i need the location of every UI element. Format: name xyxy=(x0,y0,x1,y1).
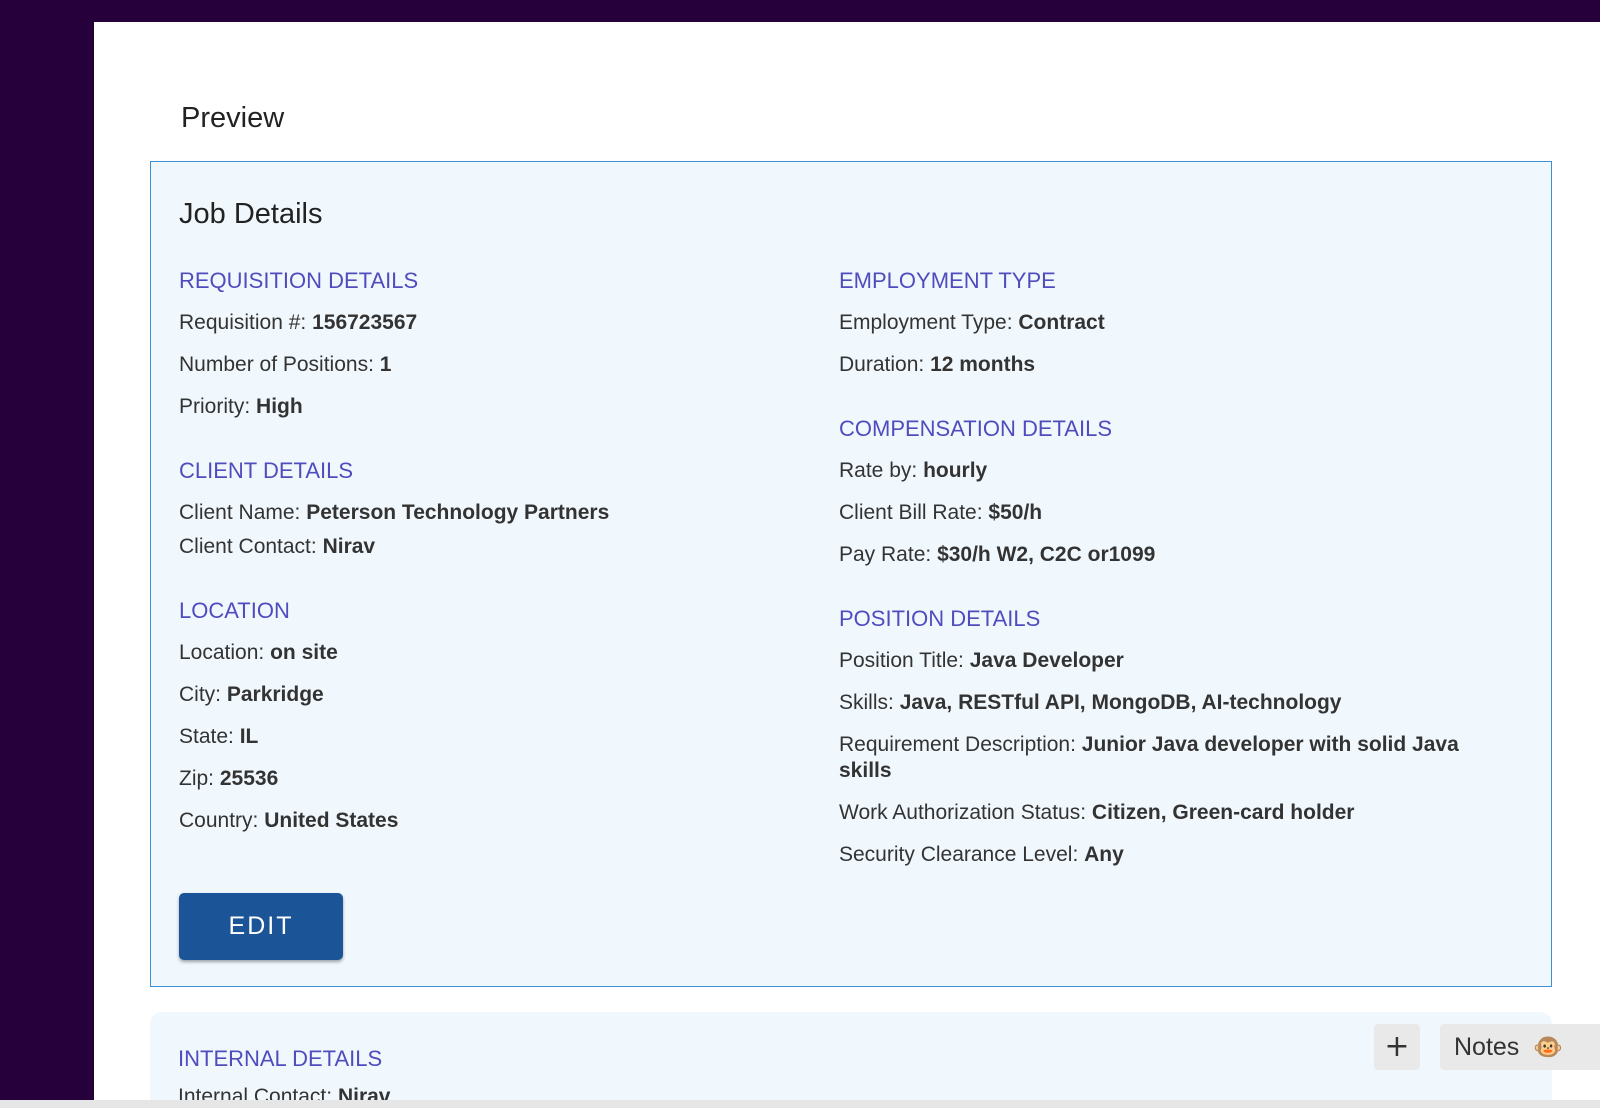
field-value: 25536 xyxy=(219,767,279,790)
field-value: Parkridge xyxy=(226,683,324,706)
detail-row: Client Name: Peterson Technology Partner… xyxy=(179,500,779,526)
field-label: Security Clearance Level: xyxy=(839,843,1079,866)
page-panel: Preview Job Details REQUISITION DETAILS … xyxy=(94,22,1600,1100)
section-title: COMPENSATION DETAILS xyxy=(839,416,1113,441)
field-label: Number of Positions: xyxy=(179,353,374,376)
right-column: EMPLOYMENT TYPE Employment Type: Contrac… xyxy=(839,268,1479,868)
field-label: Priority: xyxy=(179,395,251,418)
section-title: EMPLOYMENT TYPE xyxy=(839,268,1056,293)
field-label: Position Title: xyxy=(839,649,964,672)
field-value: 12 months xyxy=(930,353,1036,376)
field-value: IL xyxy=(239,725,259,748)
field-label: Location: xyxy=(179,641,265,664)
left-column: REQUISITION DETAILS Requisition #: 15672… xyxy=(179,268,779,834)
detail-row: Requirement Description: Junior Java dev… xyxy=(839,732,1479,784)
section-title: REQUISITION DETAILS xyxy=(179,268,419,293)
job-details-card: Job Details REQUISITION DETAILS Requisit… xyxy=(150,161,1552,987)
detail-row: Security Clearance Level: Any xyxy=(839,842,1479,868)
field-value: Java Developer xyxy=(969,649,1124,672)
field-label: Requirement Description: xyxy=(839,733,1076,756)
page-title: Preview xyxy=(181,102,285,134)
field-value: High xyxy=(256,395,303,418)
detail-row: Client Bill Rate: $50/h xyxy=(839,500,1479,526)
detail-row: Location: on site xyxy=(179,640,779,666)
detail-row: Client Contact: Nirav xyxy=(179,534,779,560)
field-value: 1 xyxy=(379,353,392,376)
detail-row: State: IL xyxy=(179,724,779,750)
field-label: Requisition #: xyxy=(179,311,307,334)
field-label: Zip: xyxy=(179,767,215,790)
section-title: INTERNAL DETAILS xyxy=(178,1046,383,1071)
internal-details-card: INTERNAL DETAILS Internal Contact: Nirav xyxy=(150,1012,1552,1100)
detail-row: Position Title: Java Developer xyxy=(839,648,1479,674)
section-title: LOCATION xyxy=(179,598,290,623)
edit-button[interactable]: EDIT xyxy=(179,893,343,960)
field-value: 156723567 xyxy=(312,311,418,334)
field-value: on site xyxy=(270,641,338,664)
monkey-icon: 🐵 xyxy=(1533,1033,1564,1061)
detail-row: City: Parkridge xyxy=(179,682,779,708)
detail-row: Duration: 12 months xyxy=(839,352,1479,378)
detail-row: Internal Contact: Nirav xyxy=(178,1084,390,1100)
field-label: Duration: xyxy=(839,353,925,376)
field-value: Java, RESTful API, MongoDB, AI-technolog… xyxy=(899,691,1342,714)
bottom-edge xyxy=(0,1100,1600,1108)
location-section: LOCATION Location: on site City: Parkrid… xyxy=(179,598,779,834)
field-value: Any xyxy=(1084,843,1124,866)
field-label: City: xyxy=(179,683,221,706)
field-label: Work Authorization Status: xyxy=(839,801,1087,824)
field-value: Citizen, Green-card holder xyxy=(1091,801,1355,824)
compensation-details-section: COMPENSATION DETAILS Rate by: hourly Cli… xyxy=(839,416,1479,568)
detail-row: Number of Positions: 1 xyxy=(179,352,779,378)
detail-row: Priority: High xyxy=(179,394,779,420)
client-details-section: CLIENT DETAILS Client Name: Peterson Tec… xyxy=(179,458,779,560)
notes-label: Notes xyxy=(1454,1032,1520,1061)
detail-row: Work Authorization Status: Citizen, Gree… xyxy=(839,800,1479,826)
detail-row: Zip: 25536 xyxy=(179,766,779,792)
detail-row: Pay Rate: $30/h W2, C2C or1099 xyxy=(839,542,1479,568)
field-value: Contract xyxy=(1018,311,1105,334)
field-value: United States xyxy=(264,809,399,832)
field-label: Client Contact: xyxy=(179,535,317,558)
detail-row: Requisition #: 156723567 xyxy=(179,310,779,336)
card-title: Job Details xyxy=(179,198,323,230)
field-label: Client Bill Rate: xyxy=(839,501,983,524)
section-title: POSITION DETAILS xyxy=(839,606,1041,631)
field-value: $30/h W2, C2C or1099 xyxy=(937,543,1156,566)
add-note-button[interactable]: + xyxy=(1374,1024,1420,1070)
field-label: Employment Type: xyxy=(839,311,1013,334)
field-value: hourly xyxy=(923,459,988,482)
field-label: State: xyxy=(179,725,234,748)
field-value: Nirav xyxy=(322,535,376,558)
notes-button[interactable]: Notes 🐵 xyxy=(1440,1024,1600,1070)
detail-row: Employment Type: Contract xyxy=(839,310,1479,336)
field-label: Skills: xyxy=(839,691,894,714)
field-label: Rate by: xyxy=(839,459,918,482)
detail-row: Skills: Java, RESTful API, MongoDB, AI-t… xyxy=(839,690,1479,716)
field-label: Pay Rate: xyxy=(839,543,932,566)
employment-type-section: EMPLOYMENT TYPE Employment Type: Contrac… xyxy=(839,268,1479,378)
requisition-details-section: REQUISITION DETAILS Requisition #: 15672… xyxy=(179,268,779,420)
field-value: Peterson Technology Partners xyxy=(306,501,610,524)
detail-row: Rate by: hourly xyxy=(839,458,1479,484)
position-details-section: POSITION DETAILS Position Title: Java De… xyxy=(839,606,1479,868)
field-value: $50/h xyxy=(988,501,1043,524)
detail-row: Country: United States xyxy=(179,808,779,834)
field-label: Client Name: xyxy=(179,501,301,524)
field-value: Nirav xyxy=(337,1085,391,1100)
field-label: Internal Contact: xyxy=(178,1085,333,1100)
field-label: Country: xyxy=(179,809,259,832)
section-title: CLIENT DETAILS xyxy=(179,458,354,483)
